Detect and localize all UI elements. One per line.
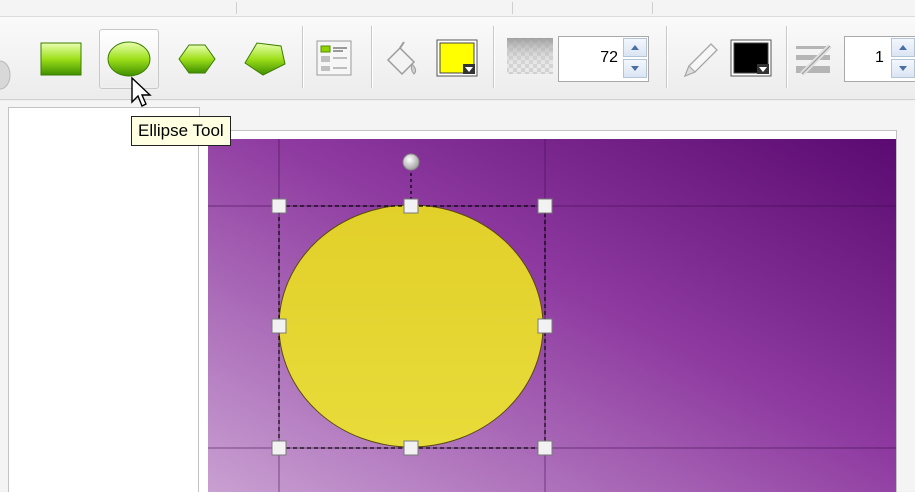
paint-bucket-icon xyxy=(386,41,417,76)
tooltip: Ellipse Tool xyxy=(131,116,231,146)
opacity-spinner[interactable]: 72 xyxy=(558,36,649,82)
stroke-width-value: 1 xyxy=(875,49,884,66)
line-width-icon-graphic xyxy=(796,44,832,76)
resize-handle-w[interactable] xyxy=(271,318,287,334)
resize-handle-se[interactable] xyxy=(537,440,553,456)
opacity-decrease-button[interactable] xyxy=(623,59,647,78)
previous-tool-icon[interactable] xyxy=(0,53,14,97)
resize-handle-e[interactable] xyxy=(537,318,553,334)
opacity-increase-button[interactable] xyxy=(623,38,647,57)
opacity-value: 72 xyxy=(600,49,618,66)
arrow-up-icon xyxy=(899,45,907,50)
resize-handle-s[interactable] xyxy=(403,440,419,456)
stroke-tool-button[interactable] xyxy=(670,29,730,89)
toolbar-divider xyxy=(493,26,494,88)
arrow-down-icon xyxy=(631,66,639,71)
stroke-color-swatch-icon xyxy=(730,39,772,77)
resize-handle-nw[interactable] xyxy=(271,198,287,214)
resize-handle-sw[interactable] xyxy=(271,440,287,456)
canvas-frame xyxy=(198,130,897,492)
stroke-width-spinner-arrows xyxy=(891,38,915,78)
rotation-handle[interactable] xyxy=(402,153,420,171)
fill-color-picker[interactable] xyxy=(430,29,490,89)
arrow-down-icon xyxy=(899,66,907,71)
stroke-color-picker[interactable] xyxy=(724,29,784,89)
transparency-checker-icon xyxy=(507,38,553,74)
fill-color-swatch-icon xyxy=(436,39,478,77)
mouse-cursor-icon xyxy=(131,76,152,107)
properties-button[interactable] xyxy=(308,29,368,89)
properties-panel-icon xyxy=(316,40,352,76)
line-width-icon xyxy=(792,38,838,78)
toolbar-divider xyxy=(371,26,372,88)
toolbar-divider xyxy=(302,26,303,88)
resize-handle-ne[interactable] xyxy=(537,198,553,214)
toolbar-divider xyxy=(786,26,787,88)
stroke-width-increase-button[interactable] xyxy=(891,38,915,57)
fill-bucket-button[interactable] xyxy=(375,29,435,89)
strip-divider xyxy=(652,2,653,14)
ellipse-shape[interactable] xyxy=(278,204,544,448)
top-strip xyxy=(0,0,915,17)
hexagon-tool-button[interactable] xyxy=(168,29,228,89)
left-panel xyxy=(8,107,200,492)
pentagon-tool-button[interactable] xyxy=(234,29,294,89)
strip-divider xyxy=(512,2,513,14)
stroke-width-spinner[interactable]: 1 xyxy=(844,36,915,82)
opacity-spinner-arrows xyxy=(623,38,647,78)
rectangle-tool-button[interactable] xyxy=(34,29,94,89)
rectangle-icon xyxy=(40,42,82,76)
pencil-icon xyxy=(683,43,718,78)
stroke-width-decrease-button[interactable] xyxy=(891,59,915,78)
strip-divider xyxy=(236,2,237,14)
hexagon-icon xyxy=(178,44,216,74)
pentagon-icon xyxy=(244,42,286,76)
resize-handle-n[interactable] xyxy=(403,198,419,214)
opacity-icon xyxy=(505,36,555,76)
drawing-canvas[interactable] xyxy=(199,131,896,492)
toolbar-divider xyxy=(666,26,667,88)
arrow-up-icon xyxy=(631,45,639,50)
